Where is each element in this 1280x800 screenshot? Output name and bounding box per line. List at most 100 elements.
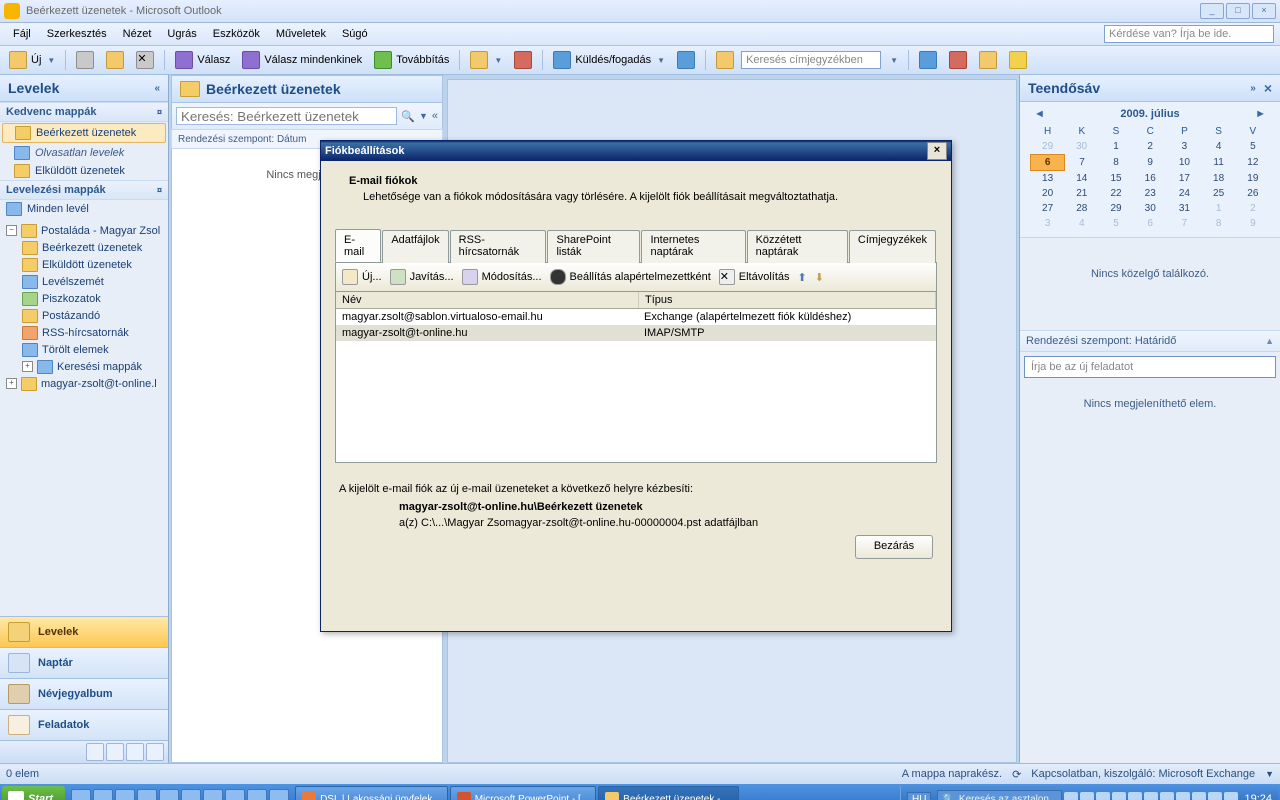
new-task-input[interactable]: Írja be az új feladatot	[1024, 356, 1276, 378]
dialog-titlebar[interactable]: Fiókbeállítások ×	[321, 141, 951, 161]
close-button[interactable]: ×	[1252, 3, 1276, 19]
tray-icon[interactable]	[1224, 792, 1238, 800]
ql-icon[interactable]	[137, 789, 157, 800]
todo-collapse-icon[interactable]: »	[1250, 83, 1256, 94]
col-name[interactable]: Név	[336, 292, 639, 308]
tree-rss[interactable]: RSS-hírcsatornák	[4, 324, 166, 341]
delete-button[interactable]: ✕	[131, 49, 159, 71]
tray-icon[interactable]	[1112, 792, 1126, 800]
tree-drafts[interactable]: Piszkozatok	[4, 290, 166, 307]
calendar-day[interactable]: 30	[1065, 139, 1099, 155]
calendar-day[interactable]: 19	[1236, 171, 1270, 187]
calendar-day[interactable]: 14	[1065, 171, 1099, 187]
calendar-day[interactable]: 16	[1133, 171, 1167, 187]
fav-unread[interactable]: Olvasatlan levelek	[0, 144, 168, 162]
calendar-day[interactable]: 17	[1167, 171, 1201, 187]
calendar-day[interactable]: 1	[1099, 139, 1133, 155]
tray-icon[interactable]	[1208, 792, 1222, 800]
calendar-day[interactable]: 13	[1031, 171, 1065, 187]
next-month-icon[interactable]: ►	[1255, 108, 1266, 120]
send-receive-button[interactable]: Küldés/fogadás▼	[548, 49, 670, 71]
ql-icon[interactable]	[203, 789, 223, 800]
dialog-close-button[interactable]: ×	[927, 142, 947, 160]
ql-icon[interactable]	[247, 789, 267, 800]
month-label[interactable]: 2009. július	[1120, 108, 1179, 120]
calendar-day[interactable]: 5	[1099, 216, 1133, 231]
reply-button[interactable]: Válasz	[170, 49, 235, 71]
calendar-day[interactable]: 25	[1202, 186, 1236, 201]
notes-icon[interactable]	[106, 743, 124, 761]
ql-icon[interactable]	[225, 789, 245, 800]
modify-account-button[interactable]: Módosítás...	[462, 269, 542, 285]
menu-actions[interactable]: Műveletek	[269, 26, 333, 42]
flag-icon[interactable]	[944, 49, 972, 71]
calendar-day[interactable]: 31	[1167, 201, 1201, 216]
calendar-day[interactable]: 24	[1167, 186, 1201, 201]
account-row[interactable]: magyar.zsolt@sablon.virtualoso-email.huE…	[336, 309, 936, 325]
print-button[interactable]	[71, 49, 99, 71]
tree-inbox[interactable]: Beérkezett üzenetek	[4, 239, 166, 256]
calendar-day[interactable]: 3	[1167, 139, 1201, 155]
new-account-button[interactable]: Új...	[342, 269, 382, 285]
calendar-day[interactable]: 28	[1065, 201, 1099, 216]
help-icon[interactable]	[914, 49, 942, 71]
forward-button[interactable]: Továbbítás	[369, 49, 454, 71]
ql-icon[interactable]	[159, 789, 179, 800]
tab-email[interactable]: E-mail	[335, 229, 381, 262]
configure-buttons-icon[interactable]	[146, 743, 164, 761]
calendar-day[interactable]: 22	[1099, 186, 1133, 201]
addressbook-button[interactable]	[711, 49, 739, 71]
tab-published-calendars[interactable]: Közzétett naptárak	[747, 230, 848, 263]
ql-icon[interactable]	[269, 789, 289, 800]
tree-deleted[interactable]: Törölt elemek	[4, 341, 166, 358]
tab-sharepoint[interactable]: SharePoint listák	[547, 230, 640, 263]
ql-icon[interactable]	[115, 789, 135, 800]
folder-list-icon[interactable]	[126, 743, 144, 761]
ql-icon[interactable]	[71, 789, 91, 800]
calendar-day[interactable]: 27	[1031, 201, 1065, 216]
status-dd-icon[interactable]: ▼	[1265, 769, 1274, 779]
clock[interactable]: 19:24	[1244, 793, 1272, 800]
calendar-day[interactable]: 29	[1031, 139, 1065, 155]
taskbar-item[interactable]: Microsoft PowerPoint - [...	[450, 786, 596, 800]
set-default-button[interactable]: Beállítás alapértelmezettként	[550, 269, 711, 285]
reply-all-button[interactable]: Válasz mindenkinek	[237, 49, 367, 71]
navbtn-tasks[interactable]: Feladatok	[0, 709, 168, 740]
calendar-day[interactable]: 2	[1236, 201, 1270, 216]
calendar-day[interactable]: 6	[1133, 216, 1167, 231]
maximize-button[interactable]: □	[1226, 3, 1250, 19]
search-contacts-input[interactable]: Keresés címjegyzékben	[741, 51, 881, 69]
calendar-day[interactable]: 1	[1202, 201, 1236, 216]
move-up-button[interactable]: ⬆	[798, 271, 807, 284]
calendar-day[interactable]: 18	[1202, 171, 1236, 187]
calendar-day[interactable]: 4	[1202, 139, 1236, 155]
fav-sent[interactable]: Elküldött üzenetek	[0, 162, 168, 180]
tree-junk[interactable]: Levélszemét	[4, 273, 166, 290]
tray-icon[interactable]	[1192, 792, 1206, 800]
calendar-day[interactable]: 4	[1065, 216, 1099, 231]
menu-edit[interactable]: Szerkesztés	[40, 26, 114, 42]
misc2-icon[interactable]	[1004, 49, 1032, 71]
tab-rss[interactable]: RSS-hírcsatornák	[450, 230, 547, 263]
calendar-day[interactable]: 21	[1065, 186, 1099, 201]
taskbar-item[interactable]: DSL | Lakossági ügyfelek...	[295, 786, 448, 800]
calendar-day[interactable]: 5	[1236, 139, 1270, 155]
calendar-day[interactable]: 23	[1133, 186, 1167, 201]
calendar-day[interactable]: 20	[1031, 186, 1065, 201]
calendar-day[interactable]: 8	[1099, 155, 1133, 171]
navbtn-contacts[interactable]: Névjegyalbum	[0, 678, 168, 709]
tree-sent[interactable]: Elküldött üzenetek	[4, 256, 166, 273]
all-mail-search[interactable]: Minden levél	[0, 200, 168, 218]
search-dd-icon[interactable]: ▼	[419, 111, 428, 121]
search-go-icon[interactable]: 🔍	[397, 110, 419, 123]
calendar-day[interactable]: 29	[1099, 201, 1133, 216]
calendar-day[interactable]: 8	[1202, 216, 1236, 231]
calendar-day[interactable]: 7	[1167, 216, 1201, 231]
menu-file[interactable]: Fájl	[6, 26, 38, 42]
menu-help[interactable]: Súgó	[335, 26, 375, 42]
tree-mailbox-root[interactable]: −Postaláda - Magyar Zsol	[4, 222, 166, 239]
misc1-icon[interactable]	[974, 49, 1002, 71]
mail-folders-header[interactable]: Levelezési mappák¤	[0, 180, 168, 200]
find-button[interactable]	[672, 49, 700, 71]
language-indicator[interactable]: HU	[907, 792, 931, 800]
